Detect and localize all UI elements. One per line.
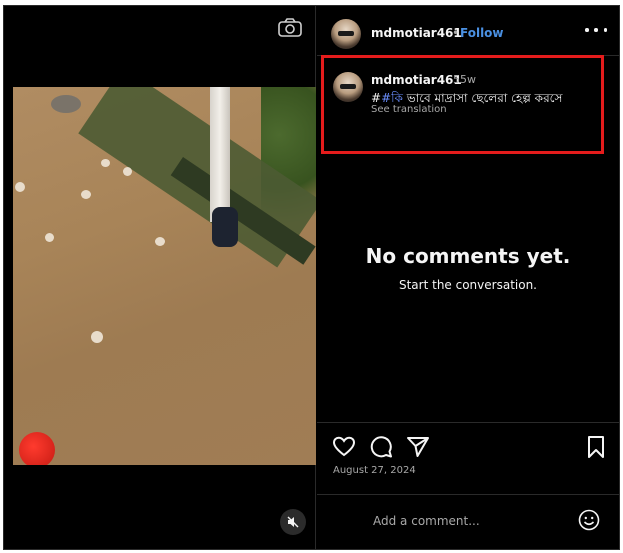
video-debris — [101, 159, 110, 167]
video-debris — [155, 237, 165, 246]
caption-prefix: # — [371, 91, 382, 105]
dot — [585, 28, 589, 32]
follow-button[interactable]: Follow — [460, 26, 504, 40]
add-comment-input[interactable] — [373, 511, 573, 531]
dot — [594, 28, 598, 32]
post-date[interactable]: August 27, 2024 — [333, 465, 416, 476]
divider — [317, 494, 619, 495]
divider — [317, 422, 619, 423]
no-comments-title: No comments yet. — [365, 244, 571, 268]
separator-dot: • — [452, 26, 460, 40]
bookmark-icon[interactable] — [583, 434, 609, 460]
caption-avatar[interactable] — [333, 72, 363, 102]
dot — [603, 28, 607, 32]
media-pane — [4, 6, 316, 549]
comment-bubble-icon[interactable] — [368, 434, 394, 460]
video-debris — [81, 190, 91, 199]
video-debris — [91, 331, 103, 343]
post-details: mdmotiar461 • Follow mdmotiar461 55w ##ক… — [317, 6, 619, 549]
post-header: mdmotiar461 • Follow — [317, 6, 619, 56]
caption-timestamp[interactable]: 55w — [453, 73, 476, 86]
muted-speaker-icon[interactable] — [280, 509, 306, 535]
video-debris — [15, 182, 25, 192]
avatar[interactable] — [331, 19, 361, 49]
caption-hashtag-link[interactable]: #কি — [381, 91, 403, 105]
camera-icon[interactable] — [275, 16, 305, 40]
no-comments-subtitle: Start the conversation. — [398, 278, 537, 292]
post-video[interactable] — [13, 87, 316, 465]
caption-body: ভাবে মাদ্রাসা ছেলেরা হেল্প করসে — [402, 91, 563, 105]
paper-plane-icon[interactable] — [405, 434, 431, 460]
video-red-ball — [19, 432, 55, 465]
video-debris — [123, 167, 132, 176]
more-options-icon[interactable] — [585, 23, 607, 37]
heart-icon[interactable] — [331, 434, 357, 460]
video-person — [212, 207, 238, 247]
post-modal: mdmotiar461 • Follow mdmotiar461 55w ##ক… — [3, 5, 620, 550]
video-pot — [51, 95, 81, 113]
header-username[interactable]: mdmotiar461 — [371, 26, 462, 40]
see-translation-link[interactable]: See translation — [371, 104, 447, 115]
video-pole — [210, 87, 230, 222]
emoji-icon[interactable] — [577, 508, 601, 532]
caption-username[interactable]: mdmotiar461 — [371, 73, 462, 87]
video-debris — [45, 233, 54, 242]
